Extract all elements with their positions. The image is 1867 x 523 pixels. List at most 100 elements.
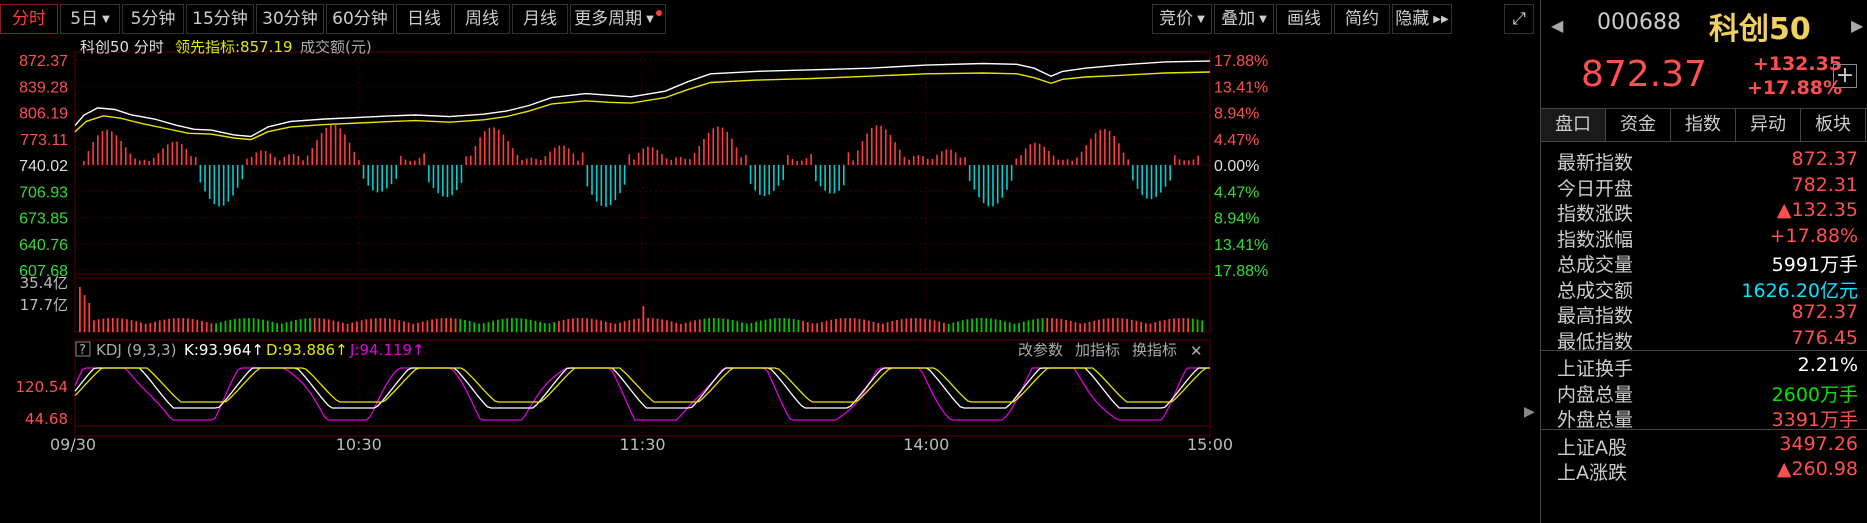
volume-bar	[299, 319, 302, 332]
volume-bar	[318, 318, 321, 332]
expand-icon: ▶▶	[1433, 14, 1449, 25]
momentum-bar	[316, 140, 318, 166]
volume-bar	[1149, 323, 1152, 332]
quote-tab-4[interactable]: 板块	[1801, 109, 1866, 141]
volume-bar	[1088, 321, 1091, 332]
quote-label: 最新指数	[1557, 152, 1634, 174]
momentum-bar	[213, 165, 216, 205]
fullscreen-icon[interactable]: ⤢	[1504, 4, 1534, 34]
period-tab-2[interactable]: 5分钟	[122, 4, 184, 34]
momentum-bar	[162, 148, 164, 166]
volume-bar	[163, 319, 166, 332]
volume-bar	[116, 318, 119, 332]
volume-bar	[844, 318, 847, 332]
period-tab-6[interactable]: 日线	[396, 4, 452, 34]
volume-bar	[802, 320, 804, 332]
quote-tab-3[interactable]: 异动	[1736, 109, 1801, 141]
volume-bar	[727, 319, 729, 332]
momentum-bar	[782, 165, 784, 181]
caret-down-icon: ▼	[646, 14, 654, 25]
close-icon[interactable]: ✕	[1190, 342, 1203, 360]
momentum-bar	[218, 165, 220, 207]
momentum-bar	[138, 160, 141, 166]
volume-bar	[144, 323, 147, 332]
y-right-tick: 4.47%	[1214, 132, 1259, 149]
volume-bar	[187, 318, 189, 332]
collapse-panel-icon[interactable]: ▶	[1524, 404, 1538, 444]
volume-bar	[229, 319, 232, 332]
momentum-bar	[535, 158, 537, 166]
prev-symbol-icon[interactable]: ◀	[1551, 16, 1563, 35]
quote-row: 总成交额 1626.20亿元	[1541, 276, 1867, 302]
add-watchlist-button[interactable]: +	[1833, 64, 1857, 88]
momentum-bar	[572, 153, 575, 166]
volume-bar	[266, 320, 269, 332]
volume-bar	[309, 318, 311, 332]
quote-tab-1[interactable]: 资金	[1606, 109, 1671, 141]
momentum-bar	[442, 165, 444, 197]
volume-bar	[238, 318, 241, 332]
toolbar-button-4[interactable]: 隐藏 ▶▶	[1392, 4, 1452, 34]
kdj-button-2[interactable]: 换指标	[1132, 341, 1177, 359]
period-tab-label: 周线	[465, 9, 499, 29]
momentum-bar	[623, 165, 626, 185]
momentum-bar	[1062, 159, 1064, 166]
momentum-bar	[950, 149, 952, 166]
volume-bar	[435, 318, 438, 332]
period-tab-1[interactable]: 5日 ▼	[60, 4, 120, 34]
volume-bar	[365, 319, 368, 332]
toolbar-button-label: 隐藏	[1395, 9, 1430, 29]
toolbar-button-2[interactable]: 画线	[1276, 4, 1332, 34]
kdj-button-1[interactable]: 加指标	[1075, 341, 1120, 359]
momentum-bar	[166, 144, 169, 166]
y-right-tick: 17.88%	[1214, 53, 1268, 70]
toolbar-button-3[interactable]: 简约	[1334, 4, 1390, 34]
momentum-bar	[344, 134, 346, 166]
period-tab-label: 15分钟	[192, 9, 248, 29]
volume-bar	[816, 323, 819, 332]
momentum-bar	[106, 129, 108, 166]
volume-bar	[515, 318, 518, 332]
quote-label: 总成交量	[1557, 254, 1634, 276]
period-tab-9[interactable]: 更多周期 ▼	[570, 4, 666, 34]
period-tab-7[interactable]: 周线	[454, 4, 510, 34]
intraday-chart[interactable]: 872.37 17.88% 839.28 13.41% 806.19 8.94% 773.1…	[0, 40, 1540, 523]
toolbar-button-1[interactable]: 叠加 ▼	[1214, 4, 1274, 34]
volume-bar	[877, 323, 880, 332]
volume-bar	[557, 320, 560, 332]
momentum-bar	[978, 165, 980, 198]
momentum-bar	[563, 145, 565, 166]
kdj-d: D:93.886↑	[266, 341, 348, 359]
momentum-bar	[931, 158, 934, 166]
toolbar-button-0[interactable]: 竞价 ▼	[1152, 4, 1212, 34]
momentum-bar	[204, 165, 206, 192]
volume-bar	[609, 322, 612, 332]
momentum-bar	[824, 165, 826, 191]
quote-label: 最高指数	[1557, 305, 1634, 327]
volume-bar	[665, 320, 668, 332]
period-tab-label: 5分钟	[130, 9, 176, 29]
momentum-bar	[586, 165, 589, 187]
period-tab-5[interactable]: 60分钟	[326, 4, 394, 34]
momentum-bar	[847, 152, 850, 166]
momentum-bar	[787, 155, 789, 166]
next-symbol-icon[interactable]: ▶	[1851, 16, 1863, 35]
period-tab-0[interactable]: 分时	[0, 4, 58, 34]
kdj-button-0[interactable]: 改参数	[1018, 341, 1063, 359]
momentum-bar	[735, 147, 738, 166]
momentum-bar	[101, 131, 104, 166]
quote-tab-0[interactable]: 盘口	[1541, 109, 1606, 141]
momentum-bar	[502, 134, 505, 166]
quote-tab-2[interactable]: 指数	[1671, 109, 1736, 141]
period-tab-4[interactable]: 30分钟	[256, 4, 324, 34]
momentum-bar	[1164, 165, 1167, 187]
caret-down-icon: ▼	[1197, 14, 1205, 25]
volume-bar	[464, 319, 466, 332]
momentum-bar	[600, 165, 603, 206]
momentum-bar	[157, 153, 160, 166]
volume-bar	[900, 319, 903, 332]
volume-bar	[93, 320, 95, 332]
volume-bar	[553, 322, 556, 332]
period-tab-3[interactable]: 15分钟	[186, 4, 254, 34]
period-tab-8[interactable]: 月线	[512, 4, 568, 34]
